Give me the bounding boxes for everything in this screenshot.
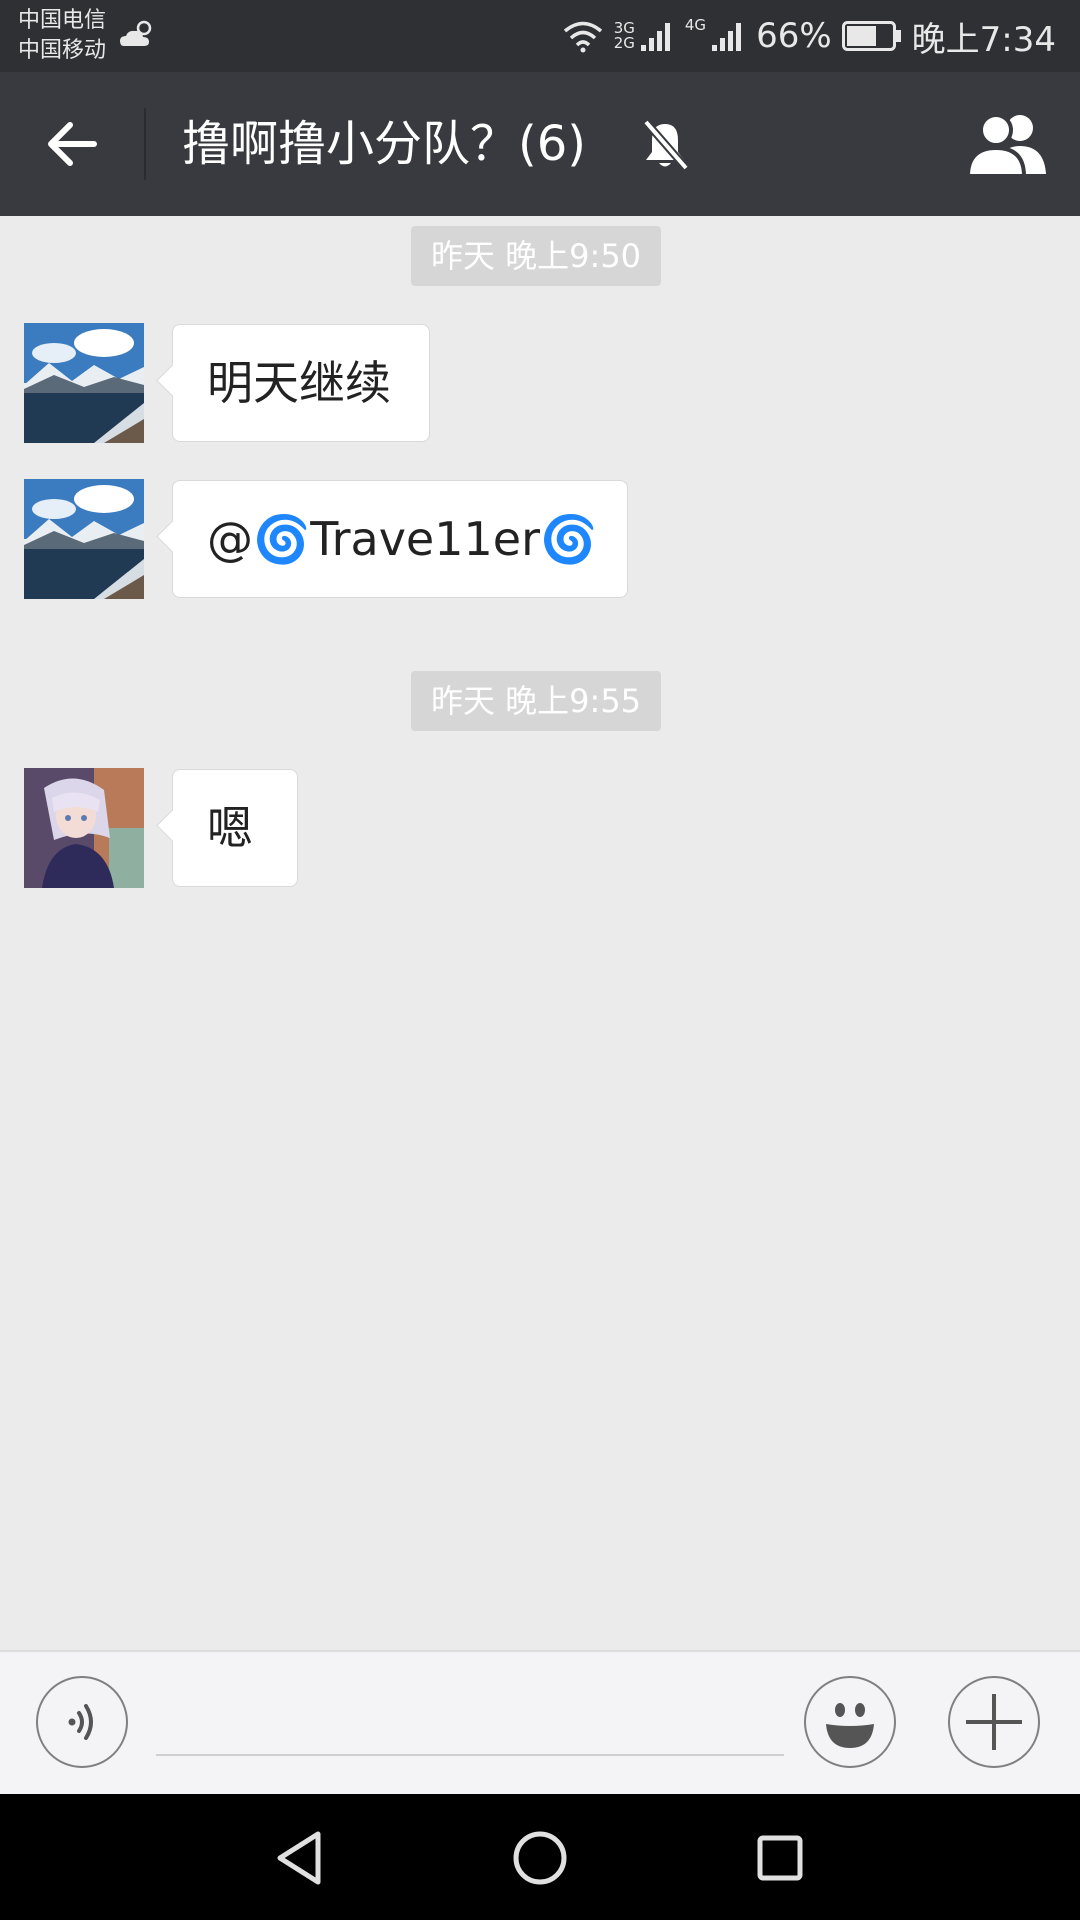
timestamp: 昨天 晚上9:55	[411, 671, 662, 731]
status-indicators: 3G 2G 4G 66% 晚上7:34	[562, 0, 1056, 72]
carrier-1: 中国电信	[18, 8, 107, 33]
square-recents-icon[interactable]	[748, 1826, 812, 1890]
carrier-info: 中国电信 中国移动	[18, 6, 106, 66]
bell-off-icon	[642, 119, 690, 171]
message-text: 嗯	[207, 801, 253, 855]
avatar[interactable]	[24, 768, 144, 888]
signal-1-tag-bottom: 2G	[613, 34, 635, 52]
smiley-icon	[826, 1703, 874, 1748]
group-icon[interactable]	[964, 110, 1050, 178]
emoji-button[interactable]	[804, 1676, 896, 1768]
plus-icon	[966, 1694, 1022, 1750]
system-nav-bar	[0, 1794, 1080, 1920]
signal-bars-icon	[640, 23, 670, 51]
wifi-icon	[563, 21, 602, 53]
landscape-avatar	[24, 479, 144, 599]
message-bubble[interactable]: 明天继续	[172, 324, 430, 442]
more-button[interactable]	[948, 1676, 1040, 1768]
avatar[interactable]	[24, 479, 144, 599]
anime-avatar	[24, 768, 144, 888]
clock: 晚上7:34	[911, 19, 1056, 60]
message-bubble[interactable]: 嗯	[172, 769, 298, 887]
arrow-left-icon[interactable]	[40, 112, 104, 176]
voice-icon	[68, 1704, 93, 1740]
signal-1-tag: 3G 2G	[614, 21, 635, 51]
carrier-2: 中国移动	[18, 38, 107, 63]
circle-home-icon[interactable]	[508, 1826, 572, 1890]
message-bubble[interactable]: @🌀Trave11er🌀	[172, 480, 628, 598]
chat-title-bar: 撸啊撸小分队？(6)	[0, 72, 1080, 216]
timestamp: 昨天 晚上9:50	[411, 226, 662, 286]
signal-2-tag: 4G	[684, 16, 707, 34]
message-input[interactable]	[156, 1682, 784, 1756]
landscape-avatar	[24, 323, 144, 443]
triangle-back-icon[interactable]	[268, 1826, 332, 1890]
voice-button[interactable]	[36, 1676, 128, 1768]
avatar[interactable]	[24, 323, 144, 443]
partly-cloudy-icon	[120, 20, 152, 46]
title-divider	[144, 108, 146, 180]
input-bar	[0, 1650, 1080, 1794]
message-text: @🌀Trave11er🌀	[207, 512, 598, 566]
battery-percent: 66%	[756, 16, 832, 56]
message-text: 明天继续	[207, 356, 391, 410]
chat-title: 撸啊撸小分队？(6)	[182, 116, 586, 172]
battery-icon	[841, 21, 901, 51]
status-bar: 中国电信 中国移动 3G 2G 4G 66% 晚上7:34	[0, 0, 1080, 72]
signal-bars-icon	[712, 23, 742, 51]
